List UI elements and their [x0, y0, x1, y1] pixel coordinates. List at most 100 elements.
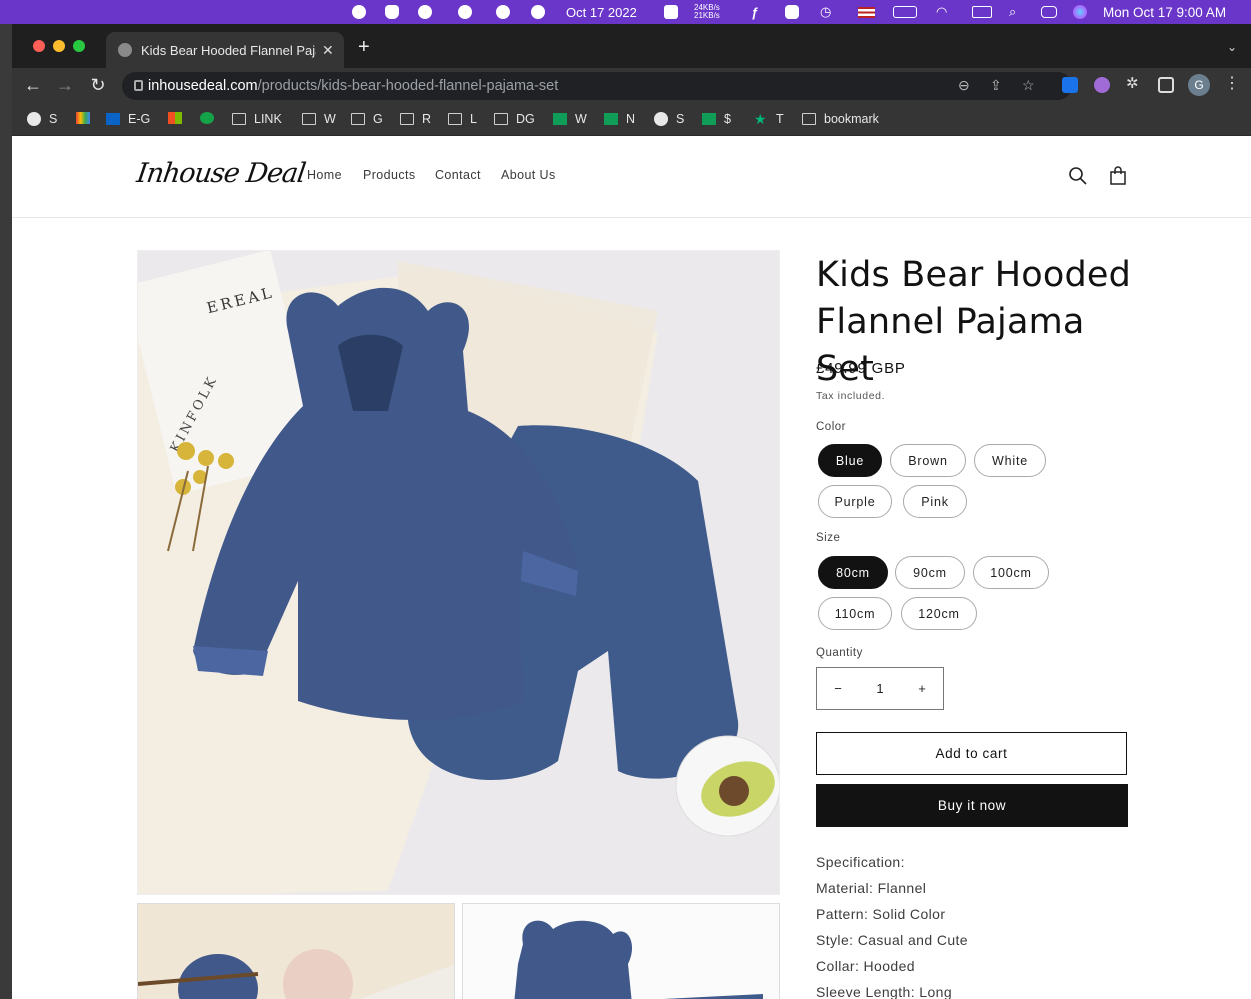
- cat-app-icon[interactable]: [664, 4, 678, 20]
- cart-icon[interactable]: [1108, 166, 1128, 186]
- nav-products[interactable]: Products: [363, 168, 416, 182]
- bookmark-folder[interactable]: DG: [494, 112, 535, 126]
- zoom-window-button[interactable]: [73, 40, 85, 52]
- quantity-label: Quantity: [816, 647, 863, 659]
- profile-avatar[interactable]: G: [1188, 74, 1210, 96]
- macos-menubar: Oct 17 2022 24KB/s 21KB/s ƒ ◷ ◠ ⌕ Mon Oc…: [0, 0, 1251, 24]
- bookmark-item[interactable]: [76, 112, 98, 124]
- control-center-icon[interactable]: [1041, 6, 1057, 18]
- tab-title: Kids Bear Hooded Flannel Pajama Set: [141, 42, 316, 58]
- checkmark-app-icon[interactable]: [785, 4, 799, 20]
- spec-line: Sleeve Length: Long: [816, 984, 953, 999]
- folder-icon: [448, 113, 462, 125]
- globe-icon: [27, 112, 41, 126]
- product-thumbnail-2[interactable]: [462, 903, 780, 999]
- reload-icon[interactable]: ↻: [87, 75, 109, 96]
- extensions-puzzle-icon[interactable]: ✲: [1126, 74, 1142, 92]
- size-option-80cm[interactable]: 80cm: [818, 556, 888, 589]
- battery-icon[interactable]: [893, 6, 917, 18]
- bookmark-item[interactable]: N: [604, 112, 635, 126]
- size-option-120cm[interactable]: 120cm: [901, 597, 977, 630]
- spec-line: Collar: Hooded: [816, 958, 915, 974]
- product-thumbnail-1[interactable]: [137, 903, 455, 999]
- time-machine-icon[interactable]: ◷: [820, 4, 831, 20]
- share-icon[interactable]: ⇪: [990, 77, 1002, 94]
- quantity-stepper: − 1 +: [816, 667, 944, 710]
- back-arrow-icon[interactable]: ←: [22, 75, 44, 96]
- wifi-icon[interactable]: ◠: [936, 4, 947, 20]
- bookmark-folder[interactable]: LINK: [232, 112, 282, 126]
- store-logo[interactable]: Inhouse Deal: [135, 158, 307, 189]
- spotlight-search-icon[interactable]: ⌕: [1009, 4, 1016, 20]
- globe-icon: [654, 112, 668, 126]
- line-app-icon[interactable]: [352, 4, 366, 20]
- tab-close-icon[interactable]: ✕: [322, 42, 334, 59]
- size-option-90cm[interactable]: 90cm: [895, 556, 965, 589]
- quantity-input[interactable]: 1: [873, 681, 887, 696]
- bookmark-folder[interactable]: W: [302, 112, 336, 126]
- kebab-menu-icon[interactable]: ⋮: [1224, 73, 1240, 92]
- forward-arrow-icon[interactable]: →: [54, 75, 76, 96]
- close-window-button[interactable]: [33, 40, 45, 52]
- address-bar[interactable]: inhousedeal.com/products/kids-bear-hoode…: [122, 72, 1072, 100]
- url-host: inhousedeal.com: [148, 78, 258, 94]
- zoom-magnifier-icon[interactable]: ⊖: [958, 77, 970, 94]
- bookmark-item[interactable]: ★ T: [754, 112, 784, 126]
- nav-contact[interactable]: Contact: [435, 168, 481, 182]
- minimize-window-button[interactable]: [53, 40, 65, 52]
- side-panel-icon[interactable]: [1158, 77, 1174, 93]
- sheets-icon: [604, 113, 618, 125]
- bookmark-folder[interactable]: bookmark: [802, 112, 879, 126]
- circle-extension-icon[interactable]: [1094, 77, 1110, 93]
- notification-bell-icon[interactable]: [385, 4, 399, 20]
- sheets-icon: [702, 113, 716, 125]
- nav-about-us[interactable]: About Us: [501, 168, 556, 182]
- wechat-icon[interactable]: [418, 4, 432, 20]
- bookmark-item[interactable]: E-G: [106, 112, 150, 126]
- script-app-icon[interactable]: ƒ: [751, 4, 758, 20]
- search-icon[interactable]: [1068, 166, 1088, 186]
- color-option-pink[interactable]: Pink: [903, 485, 967, 518]
- tab-active[interactable]: Kids Bear Hooded Flannel Pajama Set ✕: [106, 32, 344, 68]
- bookmark-item[interactable]: $: [702, 112, 731, 126]
- bookmark-item[interactable]: [168, 112, 190, 124]
- bookmark-item[interactable]: S: [27, 112, 57, 126]
- siri-icon[interactable]: [1073, 4, 1087, 20]
- color-option-white[interactable]: White: [974, 444, 1046, 477]
- spec-line: Material: Flannel: [816, 880, 927, 896]
- bookmarks-bar: S E-G LINK W G R L DG W N S $ ★ T bookmar…: [12, 104, 1251, 136]
- us-flag-input-icon[interactable]: [858, 7, 875, 18]
- teamviewer-icon[interactable]: [458, 4, 472, 20]
- color-option-purple[interactable]: Purple: [818, 485, 892, 518]
- tab-search-chevron-icon[interactable]: ⌄: [1227, 40, 1237, 54]
- keyboard-icon[interactable]: [972, 6, 992, 18]
- product-main-image[interactable]: EREAL KINFOLK: [137, 250, 780, 895]
- browser-toolbar: ← → ↻ inhousedeal.com/products/kids-bear…: [12, 68, 1251, 104]
- new-tab-button[interactable]: +: [358, 36, 370, 59]
- shazam-icon[interactable]: [531, 4, 545, 20]
- spec-line: Style: Casual and Cute: [816, 932, 968, 948]
- download-extension-icon[interactable]: [1062, 77, 1078, 93]
- color-option-blue[interactable]: Blue: [818, 444, 882, 477]
- bookmark-folder[interactable]: R: [400, 112, 431, 126]
- bookmark-folder[interactable]: G: [351, 112, 383, 126]
- size-option-100cm[interactable]: 100cm: [973, 556, 1049, 589]
- bookmark-star-icon[interactable]: ☆: [1022, 77, 1035, 94]
- trustpilot-star-icon: ★: [754, 111, 767, 127]
- color-option-brown[interactable]: Brown: [890, 444, 966, 477]
- menubar-clock: Mon Oct 17 9:00 AM: [1103, 4, 1227, 20]
- add-to-cart-button[interactable]: Add to cart: [816, 732, 1127, 775]
- tab-bar: Kids Bear Hooded Flannel Pajama Set ✕ + …: [12, 24, 1251, 68]
- bookmark-item[interactable]: [200, 112, 222, 124]
- quantity-decrease-button[interactable]: −: [831, 681, 845, 696]
- bookmark-item[interactable]: W: [553, 112, 587, 126]
- network-speed-widget: 24KB/s 21KB/s: [694, 4, 720, 20]
- nav-home[interactable]: Home: [307, 168, 342, 182]
- bookmark-folder[interactable]: L: [448, 112, 477, 126]
- color-label: Color: [816, 421, 846, 433]
- bookmark-item[interactable]: S: [654, 112, 684, 126]
- buy-it-now-button[interactable]: Buy it now: [816, 784, 1128, 827]
- quantity-increase-button[interactable]: +: [915, 681, 929, 696]
- size-option-110cm[interactable]: 110cm: [818, 597, 892, 630]
- cow-app-icon[interactable]: [496, 4, 510, 20]
